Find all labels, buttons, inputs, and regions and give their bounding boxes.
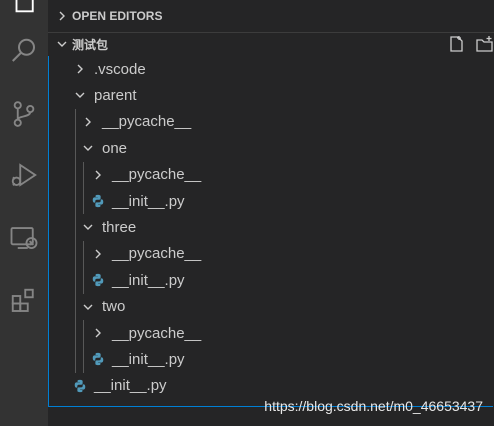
indent-guide xyxy=(83,320,84,373)
watermark: https://blog.csdn.net/m0_46653437 xyxy=(264,398,483,414)
folder-header[interactable]: 测试包 xyxy=(48,32,494,55)
python-file-icon xyxy=(72,373,88,399)
tree-folder-item[interactable]: parent xyxy=(72,82,137,108)
tree-file-item[interactable]: __init__.py xyxy=(90,346,185,372)
chevron-down-icon xyxy=(72,82,88,108)
indent-guide xyxy=(83,240,84,294)
file-tree: .vscode parent __pycache__ one __pycache__ __… xyxy=(48,56,494,426)
tree-folder-item[interactable]: __pycache__ xyxy=(80,109,191,135)
activity-bar xyxy=(0,0,48,426)
tree-file-item[interactable]: __init__.py xyxy=(90,188,185,214)
tree-file-item[interactable]: __init__.py xyxy=(90,267,185,293)
tree-folder-item[interactable]: three xyxy=(80,214,136,240)
tree-item-label: __init__.py xyxy=(112,271,185,289)
new-file-icon[interactable] xyxy=(448,35,466,56)
tree-item-label: two xyxy=(102,298,126,316)
remote-explorer-icon[interactable] xyxy=(4,218,44,258)
new-folder-icon[interactable] xyxy=(476,35,494,56)
tree-folder-item[interactable]: __pycache__ xyxy=(90,162,201,188)
explorer-sidebar: OPEN EDITORS 测试包 .vscode parent __pycache_… xyxy=(48,0,494,426)
chevron-right-icon xyxy=(90,320,106,346)
tree-folder-item[interactable]: __pycache__ xyxy=(90,320,201,346)
indent-guide xyxy=(75,108,76,373)
python-file-icon xyxy=(90,267,106,293)
tree-item-label: .vscode xyxy=(94,60,146,78)
search-icon[interactable] xyxy=(4,31,44,71)
chevron-down-icon xyxy=(80,135,96,161)
source-control-icon[interactable] xyxy=(4,94,44,134)
tree-item-label: __pycache__ xyxy=(112,245,202,263)
tree-item-label: __init__.py xyxy=(94,377,167,395)
chevron-right-icon xyxy=(80,109,96,135)
chevron-right-icon xyxy=(72,56,88,82)
tree-item-label: three xyxy=(102,218,137,236)
folder-name: 测试包 xyxy=(72,37,109,52)
chevron-down-icon xyxy=(80,214,96,240)
tree-item-label: __pycache__ xyxy=(112,324,202,342)
tree-folder-item[interactable]: .vscode xyxy=(72,56,146,82)
tree-folder-item[interactable]: one xyxy=(80,135,127,161)
chevron-right-icon xyxy=(90,162,106,188)
tree-item-label: one xyxy=(102,139,128,157)
tree-item-label: __init__.py xyxy=(112,192,185,210)
indent-guide xyxy=(83,161,84,215)
explorer-icon[interactable] xyxy=(4,0,44,20)
chevron-down-icon xyxy=(52,38,72,50)
run-debug-icon[interactable] xyxy=(4,155,44,195)
tree-folder-item[interactable]: two xyxy=(80,294,125,320)
open-editors-label: OPEN EDITORS xyxy=(72,9,163,23)
tree-item-label: parent xyxy=(94,86,137,104)
python-file-icon xyxy=(90,188,106,214)
tree-item-label: __init__.py xyxy=(112,350,185,368)
chevron-down-icon xyxy=(80,294,96,320)
tree-file-item[interactable]: __init__.py xyxy=(72,373,167,399)
tree-item-label: __pycache__ xyxy=(112,166,202,184)
chevron-right-icon xyxy=(52,10,72,22)
open-editors-header[interactable]: OPEN EDITORS xyxy=(48,5,494,27)
python-file-icon xyxy=(90,346,106,372)
tree-folder-item[interactable]: __pycache__ xyxy=(90,241,201,267)
extensions-icon[interactable] xyxy=(4,281,44,321)
chevron-right-icon xyxy=(90,241,106,267)
tree-item-label: __pycache__ xyxy=(102,113,192,131)
